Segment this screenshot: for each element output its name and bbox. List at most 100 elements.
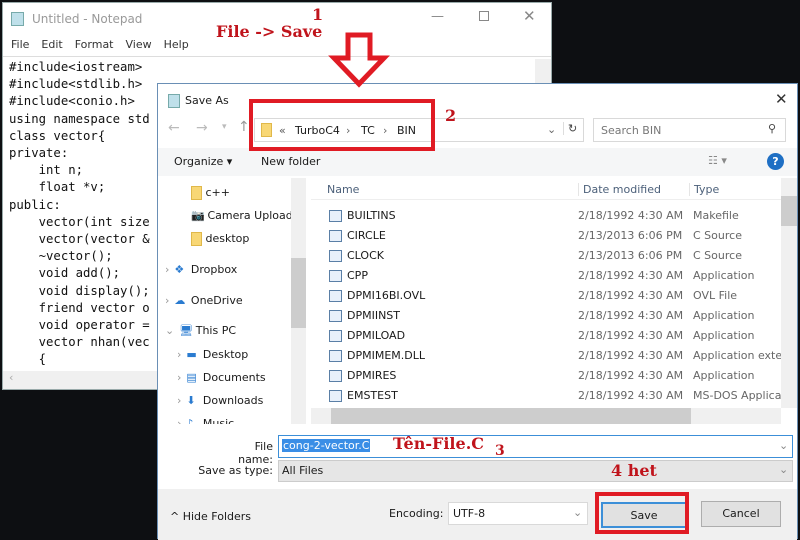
file-name: DPMIINST (347, 309, 401, 322)
chevron-right-icon[interactable]: › (177, 348, 181, 361)
file-date: 2/18/1992 4:30 AM (578, 269, 684, 282)
file-type: OVL File (693, 289, 738, 302)
file-name: BUILTINS (347, 209, 396, 222)
chevron-right-icon[interactable]: › (177, 394, 181, 407)
file-date: 2/18/1992 4:30 AM (578, 329, 684, 342)
chevron-down-icon[interactable]: ⌄ (165, 324, 174, 337)
cancel-button[interactable]: Cancel (701, 501, 781, 527)
file-row[interactable]: DPMI16BI.OVL 2/18/1992 4:30 AM OVL File (311, 286, 791, 306)
new-folder-button[interactable]: New folder (261, 155, 320, 168)
file-row[interactable]: DPMIRES 2/18/1992 4:30 AM Application (311, 366, 791, 386)
file-icon (329, 390, 342, 402)
file-name: DPMI16BI.OVL (347, 289, 426, 302)
file-name-input[interactable]: cong-2-vector.C ⌄ (278, 435, 793, 458)
file-list-vertical-scrollbar[interactable] (781, 178, 797, 408)
music-icon: ♪ (186, 417, 194, 424)
chevron-right-icon[interactable]: › (165, 294, 169, 307)
column-name[interactable]: Name (327, 183, 359, 196)
file-row[interactable]: CLOCK 2/13/2013 6:06 PM C Source (311, 246, 791, 266)
forward-icon[interactable]: → (196, 120, 208, 136)
file-type: C Source (693, 229, 742, 242)
encoding-label: Encoding: (389, 507, 444, 520)
notepad-icon (11, 12, 24, 26)
chevron-right-icon[interactable]: › (177, 417, 181, 424)
nav-item-label: c++ (205, 186, 230, 199)
up-icon[interactable]: ↑ (238, 119, 250, 135)
chevron-right-icon[interactable]: › (177, 371, 181, 384)
close-icon[interactable]: ✕ (523, 7, 536, 25)
file-date: 2/18/1992 4:30 AM (578, 349, 684, 362)
documents-icon: ▤ (186, 371, 197, 384)
annotation-step-3: 3 (495, 443, 505, 459)
file-row[interactable]: EMSTEST 2/18/1992 4:30 AM MS-DOS Applicat (311, 386, 791, 406)
file-date: 2/18/1992 4:30 AM (578, 309, 684, 322)
recent-dropdown-icon[interactable]: ▾ (222, 122, 227, 132)
chevron-down-icon[interactable]: ⌄ (779, 439, 788, 452)
notepad-text-area[interactable]: #include<iostream> #include<stdlib.h> #i… (9, 59, 150, 369)
save-type-label: Save as type: (198, 464, 273, 477)
file-list-horizontal-scrollbar[interactable] (311, 408, 781, 424)
nav-item[interactable]: desktop (191, 232, 249, 246)
nav-item[interactable]: › ❖ Dropbox (165, 263, 237, 276)
download-icon: ⬇ (186, 394, 196, 407)
search-input[interactable]: Search BIN ⚲ (593, 118, 786, 142)
nav-item[interactable]: › ♪ Music (177, 417, 234, 424)
encoding-select[interactable]: UTF-8 ⌄ (448, 502, 588, 525)
file-row[interactable]: CIRCLE 2/13/2013 6:06 PM C Source (311, 226, 791, 246)
file-row[interactable]: DPMILOAD 2/18/1992 4:30 AM Application (311, 326, 791, 346)
close-icon[interactable]: ✕ (775, 90, 788, 108)
dropbox-icon: ❖ (174, 263, 185, 276)
nav-item[interactable]: › ☁ OneDrive (165, 294, 243, 307)
column-type[interactable]: Type (689, 183, 719, 196)
chevron-right-icon[interactable]: › (165, 263, 169, 276)
file-name: CIRCLE (347, 229, 386, 242)
hide-folders-button[interactable]: ^ Hide Folders (170, 510, 251, 523)
view-options-icon[interactable]: ☷ ▾ (708, 154, 727, 167)
file-type: Application (693, 269, 755, 282)
file-row[interactable]: CPP 2/18/1992 4:30 AM Application (311, 266, 791, 286)
file-row[interactable]: DPMIINST 2/18/1992 4:30 AM Application (311, 306, 791, 326)
toolbar: Organize ▾ New folder ☷ ▾ ? (158, 148, 797, 176)
nav-item[interactable]: › ▤ Documents (177, 371, 266, 384)
nav-item[interactable]: › ▬ Desktop (177, 348, 248, 361)
file-icon (329, 330, 342, 342)
file-icon (329, 250, 342, 262)
back-icon[interactable]: ← (168, 120, 180, 136)
file-row[interactable]: DPMIMEM.DLL 2/18/1992 4:30 AM Application … (311, 346, 791, 366)
menu-format[interactable]: Format (75, 38, 114, 51)
nav-item-label: Downloads (202, 394, 264, 407)
navigation-pane: c++ 📷 Camera Uploads desktop › ❖ Dropbox › ☁ … (161, 178, 307, 424)
refresh-icon[interactable]: ↻ (563, 122, 577, 135)
column-date-modified[interactable]: Date modified (578, 183, 661, 196)
annotation-box-save (595, 492, 689, 534)
cloud-icon: ☁ (174, 294, 186, 307)
organize-button[interactable]: Organize ▾ (174, 155, 232, 168)
nav-item-label: Camera Uploads (207, 209, 299, 222)
file-name: CPP (347, 269, 368, 282)
search-placeholder: Search BIN (601, 124, 662, 137)
file-name: DPMILOAD (347, 329, 406, 342)
nav-item[interactable]: c++ (191, 186, 230, 200)
nav-item-label: OneDrive (190, 294, 243, 307)
file-date: 2/18/1992 4:30 AM (578, 369, 684, 382)
annotation-step-4: 4 het (611, 461, 657, 480)
notepad-title: Untitled - Notepad (32, 12, 143, 26)
camera-icon: 📷 (191, 209, 205, 222)
file-date: 2/18/1992 4:30 AM (578, 209, 684, 222)
menu-file[interactable]: File (11, 38, 29, 51)
file-row[interactable]: BUILTINS 2/18/1992 4:30 AM Makefile (311, 206, 791, 226)
help-icon[interactable]: ? (767, 153, 784, 170)
nav-item[interactable]: › ⬇ Downloads (177, 394, 263, 407)
save-type-select[interactable]: All Files ⌄ (278, 460, 793, 482)
menu-edit[interactable]: Edit (41, 38, 62, 51)
nav-item[interactable]: 📷 Camera Uploads (191, 209, 298, 222)
maximize-icon[interactable] (479, 11, 489, 21)
chevron-down-icon[interactable]: ⌄ (547, 123, 556, 136)
file-type: Application (693, 329, 755, 342)
menu-help[interactable]: Help (164, 38, 189, 51)
menu-view[interactable]: View (126, 38, 152, 51)
nav-scrollbar[interactable] (291, 178, 306, 424)
arrow-down-icon (328, 32, 390, 88)
nav-item[interactable]: ⌄ 🖥 This PC (165, 324, 236, 337)
minimize-icon[interactable]: — (431, 9, 444, 24)
